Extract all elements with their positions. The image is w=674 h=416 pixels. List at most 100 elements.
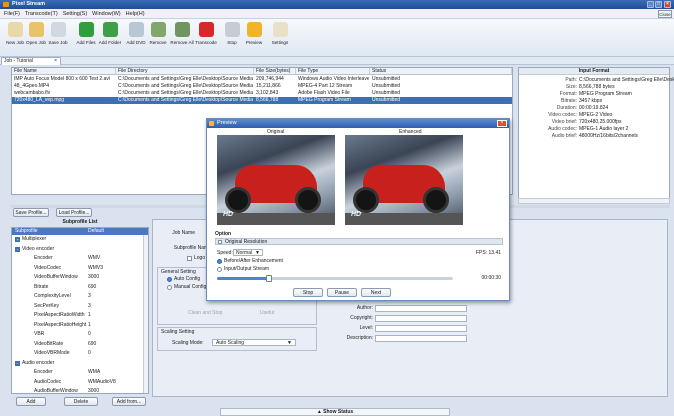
file-cell: C:\Documents and Settings\Greg Elle\Desk…: [118, 83, 253, 89]
chevron-down-icon: ▼: [287, 340, 292, 346]
add-dvd-button[interactable]: Add DVD: [124, 22, 148, 45]
stop-button[interactable]: Stop: [220, 22, 244, 45]
column-default: Default: [88, 228, 104, 234]
tab-close-icon[interactable]: ×: [54, 58, 57, 65]
copyright-field[interactable]: [375, 315, 467, 322]
app-logo-icon: [3, 2, 9, 7]
preview-pause-button[interactable]: Pause: [327, 288, 357, 297]
description-field[interactable]: [375, 335, 467, 342]
original-resolution-checkbox[interactable]: [218, 240, 222, 244]
subprofile-name: VBR: [34, 331, 45, 337]
close-job-button[interactable]: Close: [658, 10, 672, 18]
speed-select[interactable]: Normal ▼: [233, 249, 263, 256]
column-header[interactable]: Status: [370, 68, 512, 75]
subprofile-row[interactable]: + Multiplexer: [12, 236, 148, 244]
job-tab[interactable]: Job - Tutorial ×: [1, 57, 61, 65]
add-button[interactable]: Add: [16, 397, 46, 406]
info-value: MPEG-1 Audio layer 2: [579, 126, 629, 132]
minimize-icon[interactable]: _: [647, 1, 654, 8]
collapse-icon[interactable]: −: [15, 246, 20, 252]
subprofile-row[interactable]: AudioCodec WMAudioV8: [12, 379, 148, 387]
subprofile-row[interactable]: VideoBitRate 690: [12, 341, 148, 349]
subprofile-row[interactable]: Encoder WMA: [12, 369, 148, 377]
input-output-radio[interactable]: [217, 267, 222, 272]
remove-button[interactable]: Remove: [146, 22, 170, 45]
column-header[interactable]: File Name: [12, 68, 116, 75]
subprofile-name: Bitrate: [34, 283, 49, 290]
road: [345, 213, 463, 225]
preview-stop-button[interactable]: Stop: [293, 288, 323, 297]
subprofile-row[interactable]: ComplexityLevel 3: [12, 293, 148, 301]
collapse-icon[interactable]: −: [15, 360, 20, 366]
preview-next-button[interactable]: Next: [361, 288, 391, 297]
input-format-header: Input Format: [519, 68, 669, 75]
file-cell: C:\Documents and Settings\Greg Elle\Desk…: [118, 90, 253, 96]
add-dvd-icon: [128, 22, 144, 37]
subprofile-row[interactable]: VideoCodec WMV3: [12, 265, 148, 273]
file-row[interactable]: 720x480_LA_vep.mpg C:\Documents and Setti…: [12, 97, 512, 104]
original-resolution-row[interactable]: Original Resolution: [215, 238, 503, 245]
info-horizontal-scrollbar[interactable]: [518, 198, 670, 204]
playback-slider[interactable]: [217, 275, 453, 282]
before-after-radio[interactable]: [217, 259, 222, 264]
subprofile-value: 3000: [88, 274, 100, 280]
file-row[interactable]: IMP Auto Focus Model 800 x 600 Test 2.av…: [12, 76, 512, 83]
author-field[interactable]: [375, 305, 467, 312]
new-job-icon: [7, 22, 23, 37]
logo-checkbox[interactable]: [187, 256, 192, 261]
file-row[interactable]: webcambabo.flv C:\Documents and Settings\…: [12, 90, 512, 97]
scaling-mode-select[interactable]: Auto Scaling ▼: [212, 339, 296, 346]
subprofile-row[interactable]: − Video encoder: [12, 246, 148, 254]
menu-item-0[interactable]: File(F): [4, 11, 20, 17]
column-header[interactable]: File Type: [296, 68, 370, 75]
subprofile-row[interactable]: − Audio encoder: [12, 360, 148, 368]
save-job-button[interactable]: Save Job: [46, 22, 70, 45]
original-video-frame: HD: [217, 135, 335, 225]
subprofile-row[interactable]: AudioBufferWindow 3000: [12, 388, 148, 396]
info-value: 48000Hz/16bits/2channels: [579, 133, 638, 139]
show-status-toggle[interactable]: ▲ Show Status: [220, 408, 450, 416]
preview-button[interactable]: Preview: [242, 22, 266, 45]
delete-button[interactable]: Delete: [64, 397, 98, 406]
open-job-button[interactable]: Open Job: [24, 22, 48, 45]
menu-item-4[interactable]: Help(H): [126, 11, 145, 17]
subprofile-row[interactable]: VideoVBRMode 0: [12, 350, 148, 358]
subprofile-row[interactable]: VideoBufferWindow 3000: [12, 274, 148, 282]
menu-item-1[interactable]: Transcode(T): [25, 11, 58, 17]
info-value: 00:00:19.824: [579, 105, 609, 111]
column-header[interactable]: File Directory: [116, 68, 254, 75]
column-header[interactable]: File Size(bytes): [254, 68, 296, 75]
clean-and-stop-label: Clean and Stop: [188, 310, 223, 316]
transcode-button[interactable]: Transcode: [194, 22, 218, 45]
manual-config-radio[interactable]: [167, 285, 172, 290]
subprofile-row[interactable]: Encoder WMV: [12, 255, 148, 263]
subprofile-row[interactable]: PixelAspectRatioWidth 1: [12, 312, 148, 320]
subprofile-row[interactable]: PixelAspectRatioHeight 1: [12, 322, 148, 330]
file-cell: 15,211,866: [256, 83, 281, 89]
playback-thumb[interactable]: [265, 275, 272, 282]
menu-item-2[interactable]: Setting(S): [63, 11, 87, 17]
file-cell: Adobe Flash Video File: [298, 90, 350, 96]
subprofile-row[interactable]: SecPerKey 3: [12, 303, 148, 311]
preview-close-icon[interactable]: ×: [497, 120, 507, 127]
level-field[interactable]: [375, 325, 467, 332]
remove-all-button[interactable]: Remove All: [170, 22, 194, 45]
add-from-button[interactable]: Add from...: [112, 397, 146, 406]
subprofile-name: Multiplexer: [22, 236, 47, 242]
maximize-icon[interactable]: □: [655, 1, 662, 8]
window-title-bar: Pixel Stream _ □ ×: [0, 0, 674, 9]
menu-item-3[interactable]: Window(W): [92, 11, 120, 17]
add-files-button[interactable]: Add Files: [74, 22, 98, 45]
load-profile-button[interactable]: Load Profile...: [56, 208, 92, 217]
save-profile-button[interactable]: Save Profile...: [13, 208, 49, 217]
expand-icon[interactable]: +: [15, 237, 20, 242]
settings-button[interactable]: Settings: [268, 22, 292, 45]
auto-config-radio[interactable]: [167, 277, 172, 282]
add-folder-button[interactable]: Add Folder: [98, 22, 122, 45]
subprofile-row[interactable]: Bitrate 690: [12, 284, 148, 292]
file-cell: C:\Documents and Settings\Greg Elle\Desk…: [118, 76, 253, 82]
file-cell: Windows Audio Video Interleaved: [298, 76, 369, 82]
window-close-icon[interactable]: ×: [664, 1, 671, 8]
subprofile-row[interactable]: VBR 0: [12, 331, 148, 339]
file-row[interactable]: 48_4Gpeo.MP4 C:\Documents and Settings\Gr…: [12, 83, 512, 90]
